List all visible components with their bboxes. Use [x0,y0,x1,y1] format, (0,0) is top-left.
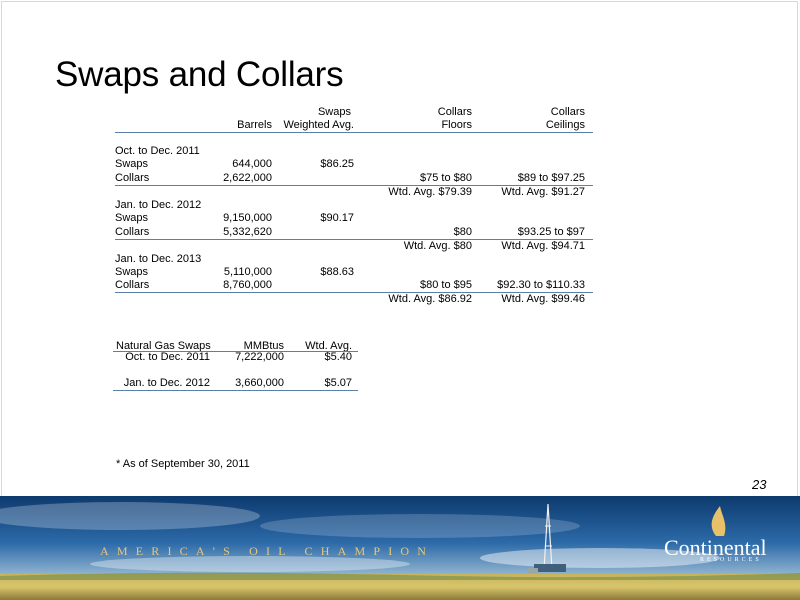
collars-floor: $80 [453,226,472,238]
ceilings-header-line2: Ceilings [545,119,585,131]
floors-header-line2: Floors [441,119,472,131]
wtd-avg-ceiling: Wtd. Avg. $94.71 [501,240,585,252]
page-number: 23 [752,477,767,492]
period-label: Jan. to Dec. 2012 [115,199,202,211]
swaps-row-label: Swaps [115,212,149,224]
swaps-row-label: Swaps [115,158,149,170]
tagline: AMERICA'S OIL CHAMPION [100,544,435,558]
gas-avg: $5.40 [324,351,352,363]
wtd-avg-floor: Wtd. Avg. $80 [403,240,472,252]
collars-floor: $75 to $80 [420,172,472,184]
gas-mmbtus: 3,660,000 [235,377,284,389]
period-label: Oct. to Dec. 2011 [115,145,200,157]
collars-row-label: Collars [115,172,150,184]
gas-mmbtus: 7,222,000 [235,351,284,363]
swaps-price: $86.25 [320,158,354,170]
swaps-barrels: 5,110,000 [223,266,272,278]
swaps-header-line2: Weighted Avg. [283,119,354,131]
gas-avg: $5.07 [324,377,352,389]
wtd-avg-floor: Wtd. Avg. $86.92 [388,293,472,305]
floors-header-line1: Collars [437,106,472,118]
collars-ceiling: $93.25 to $97 [517,226,585,238]
collars-ceiling: $89 to $97.25 [517,172,585,184]
collars-barrels: 5,332,620 [223,226,272,238]
swaps-price: $90.17 [320,212,354,224]
footnote: * As of September 30, 2011 [116,458,250,470]
page-title: Swaps and Collars [55,55,344,94]
collars-ceiling: $92.30 to $110.33 [497,279,585,291]
header-underline [115,132,593,133]
gas-period: Jan. to Dec. 2012 [123,377,210,389]
wtd-avg-ceiling: Wtd. Avg. $91.27 [501,186,585,198]
swaps-row-label: Swaps [115,266,149,278]
footer-banner: AMERICA'S OIL CHAMPION Continental RESOU… [0,496,800,600]
collars-row-label: Collars [115,226,150,238]
collars-floor: $80 to $95 [420,279,472,291]
collars-row-label: Collars [115,279,150,291]
gas-bottom-line [113,390,358,391]
wtd-avg-floor: Wtd. Avg. $79.39 [388,186,472,198]
collars-barrels: 2,622,000 [223,172,272,184]
period-label: Jan. to Dec. 2013 [115,253,202,265]
barrels-header: Barrels [237,119,272,131]
swaps-header-line1: Swaps [317,106,351,118]
logo-subtitle: RESOURCES [700,557,762,563]
wtd-avg-ceiling: Wtd. Avg. $99.46 [501,293,585,305]
collars-barrels: 8,760,000 [223,279,272,291]
swaps-price: $88.63 [320,266,354,278]
gas-period: Oct. to Dec. 2011 [125,351,210,363]
swaps-barrels: 9,150,000 [223,212,272,224]
ceilings-header-line1: Collars [550,106,585,118]
swaps-barrels: 644,000 [232,158,272,170]
